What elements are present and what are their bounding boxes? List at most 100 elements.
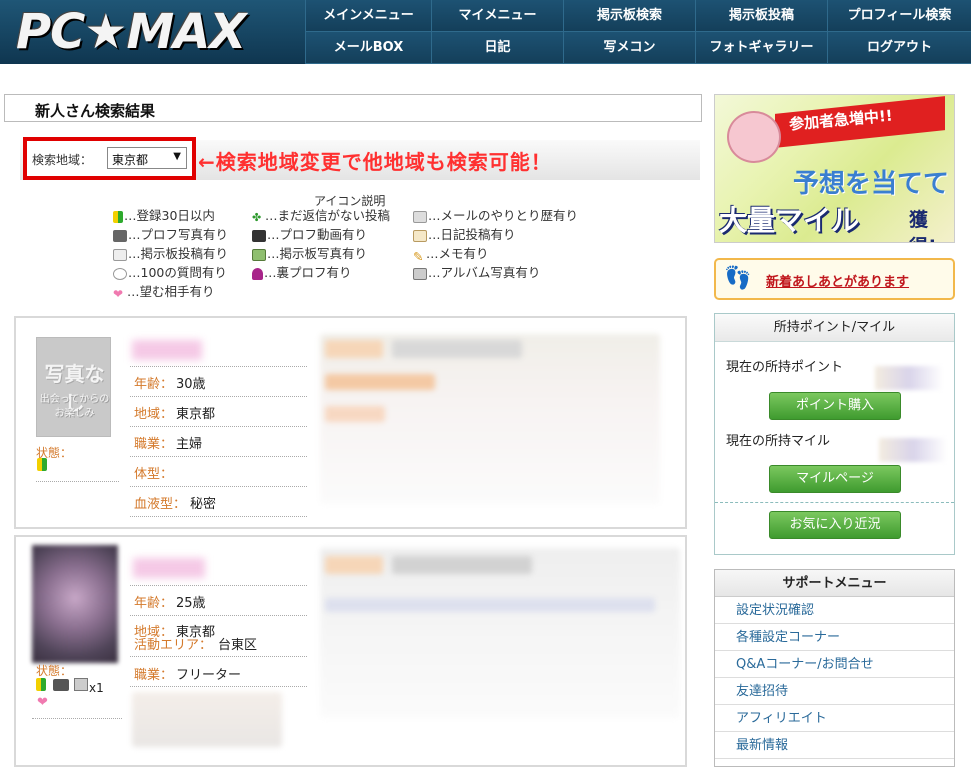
pencil-icon: ✎: [413, 248, 424, 264]
job-label: 職業：: [134, 437, 174, 452]
beginner-mark-icon: [36, 678, 46, 691]
legend-profile-photo: …プロフ写真有り: [113, 224, 228, 243]
legend-mail-history: …メールのやりとり歴有り: [413, 205, 578, 224]
album-icon: [413, 267, 427, 280]
page-title: 新人さん検索結果: [35, 102, 156, 120]
profile-photo-blurred[interactable]: [32, 545, 118, 663]
legend-profile-video: …プロフ動画有り: [252, 224, 367, 243]
divider: [130, 426, 307, 427]
footprint-icon: 👣: [724, 266, 752, 291]
age-value: 30歳: [176, 377, 206, 392]
divider: [715, 502, 954, 503]
camera-icon: [53, 679, 69, 691]
nav-board-post[interactable]: 掲示板投稿: [695, 0, 827, 32]
speech-bubble-icon: [113, 267, 127, 280]
support-item-settings-status[interactable]: 設定状況確認: [715, 597, 954, 624]
person-icon: [252, 267, 263, 280]
blood-value: 秘密: [190, 497, 217, 512]
search-area-select[interactable]: 東京都 ▼: [107, 147, 187, 169]
nav-board-search[interactable]: 掲示板検索: [563, 0, 695, 32]
legend-album: …アルバム写真有り: [413, 262, 540, 281]
album-icon: [74, 678, 88, 691]
video-camera-icon: [252, 229, 266, 242]
nav-profile-search[interactable]: プロフィール検索: [827, 0, 971, 32]
board-photo-icon: [252, 248, 266, 261]
no-photo-placeholder[interactable]: 写真なし 出会ってからの お楽しみ: [36, 337, 111, 437]
site-logo[interactable]: PC★MAX: [0, 0, 305, 64]
points-value-blurred: [875, 366, 943, 390]
nav-my-menu[interactable]: マイメニュー: [431, 0, 563, 32]
support-menu: サポートメニュー 設定状況確認 各種設定コーナー Q&Aコーナー/お問合せ 友達…: [714, 569, 955, 767]
footprint-notice[interactable]: 👣 新着あしあとがあります: [714, 258, 955, 300]
heart-icon: ❤: [113, 286, 124, 301]
blurred-tag: [325, 556, 383, 574]
divider: [130, 656, 307, 657]
diary-icon: [413, 229, 427, 242]
pig-mascot-icon: [727, 111, 781, 163]
page-title-box: 新人さん検索結果: [4, 94, 702, 122]
blurred-fields: [132, 692, 282, 747]
mile-campaign-banner[interactable]: 参加者急増中!! 予想を当てて 大量マイル 獲得!: [714, 94, 955, 243]
divider: [130, 456, 307, 457]
legend-diary: …日記投稿有り: [413, 224, 516, 243]
blurred-text: [325, 598, 655, 612]
miles-value-blurred: [879, 438, 947, 462]
nickname-blurred[interactable]: [132, 340, 202, 360]
status-label: 状態：: [36, 664, 73, 678]
legend-memo: ✎ …メモ有り: [413, 246, 489, 264]
support-item-faq[interactable]: Q&Aコーナー/お問合せ: [715, 651, 954, 678]
nav-photo-contest[interactable]: 写メコン: [563, 32, 695, 64]
points-label: 現在の所持ポイント: [726, 360, 844, 375]
blurred-text: [392, 340, 522, 358]
points-panel-title: 所持ポイント/マイル: [715, 314, 954, 342]
footprint-link[interactable]: 新着あしあとがあります: [766, 271, 909, 290]
job-value: フリーター: [176, 668, 242, 683]
legend-wanted-partner: ❤ …望む相手有り: [113, 284, 215, 301]
blurred-text: [325, 374, 435, 390]
job-label: 職業：: [134, 668, 174, 683]
age-value: 25歳: [176, 596, 206, 611]
search-area-value: 東京都: [112, 153, 149, 167]
banner-line4: 獲得!: [909, 209, 937, 242]
age-label: 年齢：: [134, 377, 174, 392]
divider: [130, 366, 307, 367]
body-label: 体型：: [134, 467, 174, 482]
beginner-mark-icon: [37, 458, 47, 471]
divider: [32, 718, 122, 719]
main-nav: メインメニュー マイメニュー 掲示板検索 掲示板投稿 プロフィール検索 メールB…: [305, 0, 971, 64]
top-header: PC★MAX メインメニュー マイメニュー 掲示板検索 掲示板投稿 プロフィール…: [0, 0, 971, 64]
support-item-invite[interactable]: 友達招待: [715, 678, 954, 705]
clover-icon: ✤: [252, 210, 262, 224]
legend-board-photo: …掲示板写真有り: [252, 243, 367, 262]
legend-secret-profile: …裏プロフ有り: [252, 262, 352, 281]
legend-100-questions: …100の質問有り: [113, 262, 227, 281]
banner-line2: 予想を当てて: [793, 169, 950, 199]
support-item-news[interactable]: 最新情報: [715, 732, 954, 759]
activity-value: 台東区: [218, 638, 258, 653]
support-item-settings-corner[interactable]: 各種設定コーナー: [715, 624, 954, 651]
nav-photo-gallery[interactable]: フォトギャラリー: [695, 32, 827, 64]
nav-mailbox[interactable]: メールBOX: [305, 32, 431, 64]
nav-diary[interactable]: 日記: [431, 32, 563, 64]
mile-page-button[interactable]: マイルページ: [769, 465, 901, 493]
blurred-text: [325, 406, 385, 422]
nickname-blurred[interactable]: [133, 558, 205, 578]
board-post-icon: [113, 248, 127, 261]
nav-logout[interactable]: ログアウト: [827, 32, 971, 64]
area-label: 地域：: [134, 407, 174, 422]
divider: [130, 686, 307, 687]
legend-board-post: …掲示板投稿有り: [113, 243, 228, 262]
activity-label: 活動エリア：: [134, 638, 213, 653]
search-area-label: 検索地域：: [32, 153, 93, 167]
divider: [130, 585, 307, 586]
miles-label: 現在の所持マイル: [726, 434, 831, 449]
nav-main-menu[interactable]: メインメニュー: [305, 0, 431, 32]
buy-points-button[interactable]: ポイント購入: [769, 392, 901, 420]
points-panel: 所持ポイント/マイル 現在の所持ポイント ポイント購入 現在の所持マイル マイル…: [714, 313, 955, 555]
no-photo-caption: 出会ってからの お楽しみ: [39, 394, 110, 419]
logo-text: PC★MAX: [16, 4, 246, 60]
divider: [130, 516, 307, 517]
camera-icon: [113, 229, 127, 242]
favorites-news-button[interactable]: お気に入り近況: [769, 511, 901, 539]
support-item-affiliate[interactable]: アフィリエイト: [715, 705, 954, 732]
